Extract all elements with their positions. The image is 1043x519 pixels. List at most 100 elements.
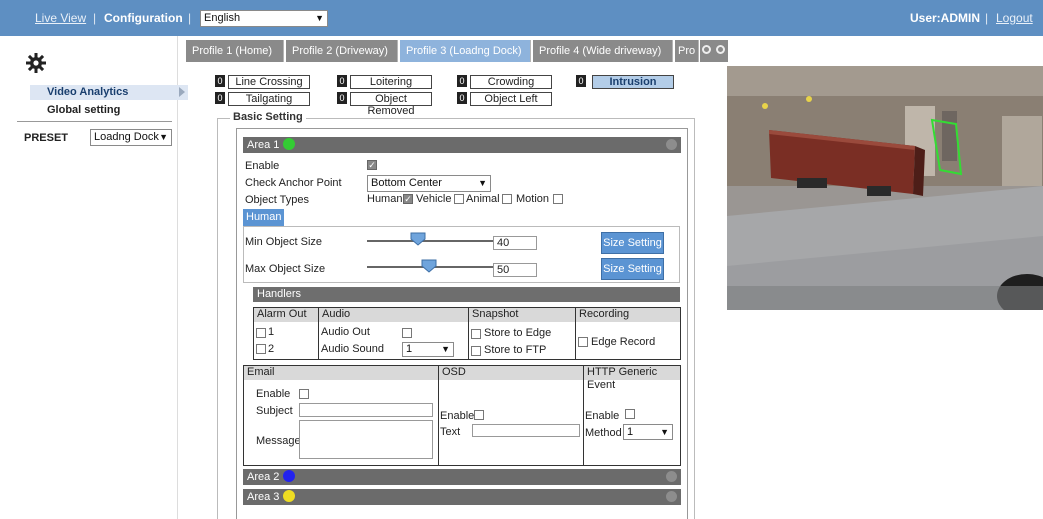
store-edge-label: Store to Edge <box>484 327 552 339</box>
email-enable-checkbox[interactable] <box>299 389 309 399</box>
recording-header: Recording <box>576 308 680 322</box>
type-vehicle-label: Vehicle <box>416 193 452 205</box>
type-vehicle-checkbox[interactable] <box>454 194 464 204</box>
rule-crowding[interactable]: Crowding <box>470 75 552 89</box>
min-size-setting-button[interactable]: Size Setting <box>601 232 664 254</box>
sidebar-item-video-analytics[interactable]: Video Analytics <box>30 85 188 100</box>
rule-loitering[interactable]: Loitering <box>350 75 432 89</box>
divider <box>438 365 439 466</box>
anchor-label: Check Anchor Point <box>245 177 342 189</box>
audio-out-label: Audio Out <box>321 326 370 338</box>
rule-count: 0 <box>337 92 347 104</box>
email-header: Email <box>244 366 438 380</box>
audio-sound-select[interactable]: 1 ▼ <box>402 342 454 357</box>
alarm-2-checkbox[interactable] <box>256 344 266 354</box>
area-3-label: Area 3 <box>247 491 280 503</box>
osd-enable-checkbox[interactable] <box>474 410 484 420</box>
rule-count: 0 <box>337 75 347 87</box>
sidebar-item-global-setting[interactable]: Global setting <box>47 104 120 116</box>
min-size-slider-handle[interactable] <box>410 232 426 246</box>
store-ftp-label: Store to FTP <box>484 344 547 356</box>
chevron-down-icon: ▼ <box>441 344 450 354</box>
email-enable-label: Enable <box>256 388 291 400</box>
max-size-setting-button[interactable]: Size Setting <box>601 258 664 280</box>
type-animal-label: Animal <box>466 193 500 205</box>
divider <box>583 365 584 466</box>
audio-out-checkbox[interactable] <box>402 328 412 338</box>
type-human-label: Human <box>367 193 403 205</box>
chevron-down-icon: ▼ <box>478 178 487 188</box>
preset-select[interactable]: Loadng Dock ▼ <box>90 129 172 146</box>
rule-line-crossing[interactable]: Line Crossing <box>228 75 310 89</box>
rule-count: 0 <box>457 92 467 104</box>
max-size-label: Max Object Size <box>245 263 326 275</box>
anchor-select[interactable]: Bottom Center ▼ <box>367 175 491 192</box>
rule-object-left[interactable]: Object Left <box>470 92 552 106</box>
rule-tailgating[interactable]: Tailgating <box>228 92 310 106</box>
tab-profile-4[interactable]: Profile 4 (Wide driveway) <box>533 40 673 62</box>
chevron-down-icon: ▼ <box>660 427 669 437</box>
osd-header: OSD <box>439 366 583 380</box>
message-textarea[interactable] <box>299 420 433 459</box>
alarm-2-label: 2 <box>268 343 275 355</box>
chevron-down-icon: ▼ <box>159 132 168 142</box>
enable-checkbox[interactable]: ✓ <box>367 160 377 170</box>
chevron-right-icon <box>179 87 185 97</box>
min-size-slider-track <box>367 240 493 242</box>
snapshot-header: Snapshot <box>469 308 575 322</box>
osd-text-label: Text <box>440 426 461 438</box>
audio-sound-label: Audio Sound <box>321 343 384 355</box>
scroll-right-icon[interactable] <box>716 45 725 54</box>
area-1-header[interactable]: Area 1 <box>243 137 681 153</box>
configuration-link[interactable]: Configuration <box>104 11 183 25</box>
store-edge-checkbox[interactable] <box>471 329 481 339</box>
area-1-settings-icon[interactable] <box>666 139 677 150</box>
type-animal-checkbox[interactable] <box>502 194 512 204</box>
osd-text-input[interactable] <box>472 424 580 437</box>
nav-separator: | <box>188 11 192 25</box>
handlers-header: Handlers <box>253 287 680 302</box>
area-3-header[interactable]: Area 3 <box>243 489 681 505</box>
scroll-left-icon[interactable] <box>702 45 711 54</box>
top-bar: Live View | Configuration | English ▼ Use… <box>0 0 1043 36</box>
edge-record-label: Edge Record <box>591 336 656 348</box>
http-enable-label: Enable <box>585 410 620 422</box>
method-select[interactable]: 1 ▼ <box>623 424 673 440</box>
area-1-color-dot <box>283 138 296 150</box>
area-2-settings-icon[interactable] <box>666 471 677 482</box>
store-ftp-checkbox[interactable] <box>471 346 481 356</box>
tab-profile-1[interactable]: Profile 1 (Home) <box>186 40 284 62</box>
rule-object-removed[interactable]: Object Removed <box>350 92 432 117</box>
max-size-input[interactable]: 50 <box>493 263 537 277</box>
edge-record-checkbox[interactable] <box>578 337 588 347</box>
audio-sound-value: 1 <box>406 343 413 355</box>
type-motion-label: Motion <box>516 193 550 205</box>
logout-link[interactable]: Logout <box>996 11 1033 25</box>
tab-profile-2[interactable]: Profile 2 (Driveway) <box>286 40 398 62</box>
gear-icon[interactable] <box>25 52 47 74</box>
rule-count: 0 <box>457 75 467 87</box>
tab-profile-3[interactable]: Profile 3 (Loadng Dock) <box>400 40 531 62</box>
type-human-checkbox[interactable]: ✓ <box>403 194 413 204</box>
rule-intrusion[interactable]: Intrusion <box>592 75 674 89</box>
area-2-header[interactable]: Area 2 <box>243 469 681 485</box>
language-select[interactable]: English ▼ <box>200 10 328 27</box>
tab-profile-5[interactable]: Pro <box>675 40 699 62</box>
http-enable-checkbox[interactable] <box>625 409 635 419</box>
min-size-input[interactable]: 40 <box>493 236 537 250</box>
http-header: HTTP Generic Event <box>584 366 680 391</box>
method-value: 1 <box>627 426 634 438</box>
subject-input[interactable] <box>299 403 433 417</box>
type-motion-checkbox[interactable] <box>553 194 563 204</box>
message-label: Message <box>256 435 301 447</box>
live-view-link[interactable]: Live View <box>35 11 86 25</box>
camera-preview[interactable] <box>727 66 1043 310</box>
tab-human[interactable]: Human <box>243 209 284 226</box>
alarm-1-checkbox[interactable] <box>256 328 266 338</box>
language-value: English <box>204 12 241 24</box>
area-3-settings-icon[interactable] <box>666 491 677 502</box>
nav-separator: | <box>93 11 97 25</box>
max-size-slider-handle[interactable] <box>421 259 437 273</box>
area-3-color-dot <box>283 490 296 502</box>
method-label: Method <box>585 427 622 439</box>
